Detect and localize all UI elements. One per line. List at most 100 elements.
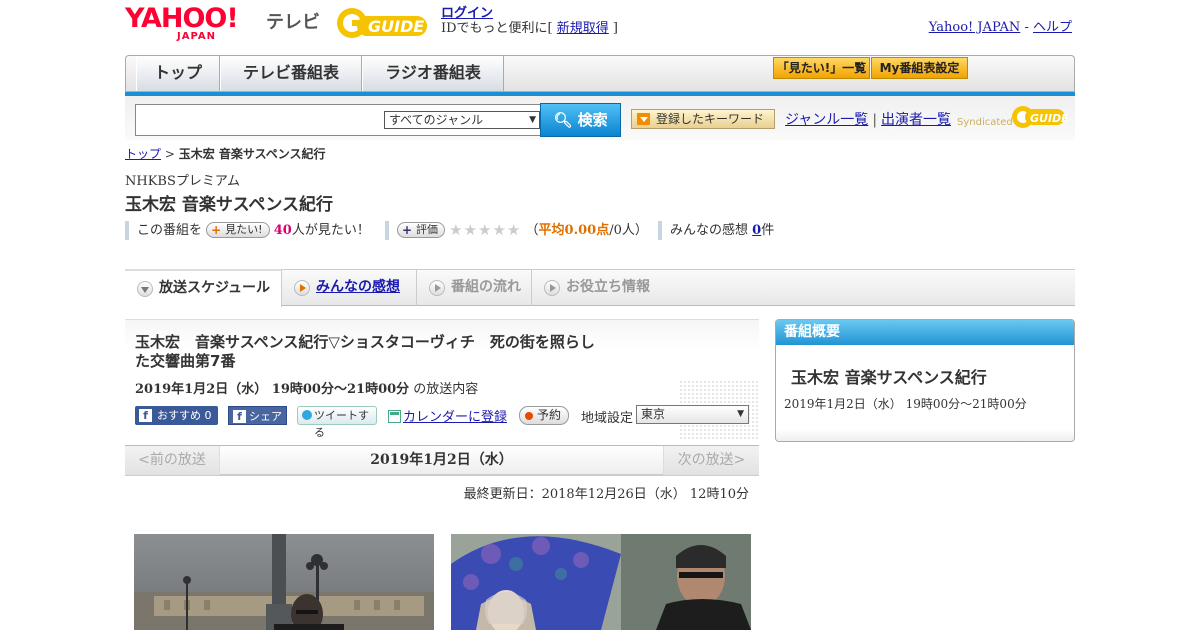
broadcast-box: 玉木宏 音楽サスペンス紀行▽ショスタコーヴィチ 死の街を照らした交響曲第7番 2… (125, 319, 759, 445)
previous-broadcast-button[interactable]: <前の放送 (125, 446, 220, 475)
svg-text:Syndicated: Syndicated (957, 117, 1013, 128)
program-summary-title: 玉木宏 音楽サスペンス紀行 (791, 368, 987, 387)
facebook-share-label: シェア (249, 410, 282, 423)
rate-button-label: 評価 (416, 223, 438, 236)
tab-program-flow-label: 番組の流れ (451, 279, 521, 295)
tab-tv-schedule[interactable]: テレビ番組表 (220, 56, 362, 91)
play-arrow-icon (429, 280, 445, 296)
tab-broadcast-schedule[interactable]: 放送スケジュール (125, 269, 282, 307)
breadcrumb: トップ > 玉木宏 音楽サスペンス紀行 (125, 145, 326, 162)
search-button-label: 検索 (577, 111, 608, 129)
program-summary-panel: 番組概要 玉木宏 音楽サスペンス紀行 2019年1月2日（水） 19時00分～2… (775, 319, 1075, 442)
tab-impressions-label[interactable]: みんなの感想 (316, 279, 400, 295)
facebook-recommend-button[interactable]: f おすすめ 0 (135, 406, 218, 425)
channel-name: NHKBSプレミアム (125, 174, 240, 189)
rate-button[interactable]: + 評価 (397, 222, 445, 238)
yahoo-logo[interactable]: YAHOO! JAPAN (125, 5, 239, 42)
reserve-button[interactable]: 予約 (519, 406, 569, 425)
login-sub-prefix: IDでもっと便利に[ (441, 21, 557, 36)
tweet-button[interactable]: ツイートする (297, 406, 377, 439)
facebook-icon: f (139, 409, 152, 422)
login-sub-suffix: ] (608, 21, 618, 36)
register-link[interactable]: 新規取得 (557, 21, 609, 36)
plus-icon: + (211, 223, 222, 237)
rating-average: （平均0.00点/0人） (526, 223, 648, 238)
svg-text:GUIDE: GUIDE (368, 17, 424, 36)
registered-keywords-button[interactable]: 登録したキーワード (631, 109, 775, 129)
search-links-separator: | (872, 112, 878, 128)
header: YAHOO! JAPAN テレビ GUIDE ログイン IDでもっと便利に[ 新… (125, 0, 1075, 50)
search-input[interactable]: すべてのジャンル ▼ (135, 104, 541, 136)
tab-program-flow[interactable]: 番組の流れ (417, 270, 532, 306)
broadcast-date-time: 2019年1月2日（水） 19時00分～21時00分 (135, 382, 410, 397)
chevron-down-icon: ▼ (529, 115, 536, 125)
region-label: 地域設定 (581, 411, 634, 426)
region-select[interactable]: 東京 ▼ (636, 405, 749, 424)
tab-useful-info-label: お役立ち情報 (566, 279, 650, 295)
rating-average-suffix: /0人） (609, 223, 648, 238)
chevron-down-icon (137, 281, 153, 297)
tab-useful-info[interactable]: お役立ち情報 (532, 270, 672, 306)
facebook-icon: f (233, 410, 246, 423)
panel-footer (776, 429, 1074, 441)
calendar-register[interactable]: カレンダーに登録 (388, 406, 507, 425)
want-section: この番組を + 見たい! 40人が見たい！ (125, 221, 370, 240)
broadcast-date: 2019年1月2日（水） 19時00分～21時00分 の放送内容 (135, 378, 478, 397)
genre-list-link[interactable]: ジャンル一覧 (785, 112, 868, 128)
next-broadcast-button[interactable]: 次の放送> (663, 446, 759, 475)
impressions-label: みんなの感想 (670, 223, 753, 238)
my-schedule-settings-button[interactable]: My番組表設定 (871, 57, 968, 79)
tab-radio-schedule[interactable]: ラジオ番組表 (362, 56, 504, 91)
page: YAHOO! JAPAN テレビ GUIDE ログイン IDでもっと便利に[ 新… (125, 0, 1075, 630)
page-title: 玉木宏 音楽サスペンス紀行 (125, 195, 334, 215)
impressions-section: みんなの感想 0件 (658, 221, 774, 240)
facebook-recommend-label: おすすめ 0 (157, 409, 212, 422)
breadcrumb-top-link[interactable]: トップ (125, 147, 161, 161)
tab-top[interactable]: トップ (136, 56, 220, 91)
broadcast-navigation: <前の放送 2019年1月2日（水） 次の放送> (125, 445, 759, 476)
impressions-count-link[interactable]: 0 (752, 223, 761, 238)
performer-list-link[interactable]: 出演者一覧 (881, 112, 951, 128)
tab-impressions[interactable]: みんなの感想 (282, 270, 417, 306)
star-rating-icon: ★★★★★ (449, 221, 522, 239)
search-button[interactable]: 🔍︎ 検索 (540, 103, 621, 137)
broadcast-title: 玉木宏 音楽サスペンス紀行▽ショスタコーヴィチ 死の街を照らした交響曲第7番 (135, 333, 595, 370)
region-select-value: 東京 (641, 407, 666, 421)
last-updated: 最終更新日：2018年12月26日（水） 12時10分 (463, 487, 749, 502)
facebook-share-button[interactable]: f シェア (228, 406, 287, 425)
calendar-register-link[interactable]: カレンダーに登録 (403, 410, 507, 425)
reserve-label: 予約 (537, 408, 562, 422)
want-count: 40 (273, 223, 292, 238)
search-links: ジャンル一覧 | 出演者一覧 (785, 109, 951, 129)
header-links: Yahoo! JAPAN - ヘルプ (929, 16, 1072, 35)
program-summary-date: 2019年1月2日（水） 19時00分～21時00分 (784, 397, 1027, 411)
rating-section: + 評価 ★★★★★ （平均0.00点/0人） (385, 221, 648, 240)
help-link[interactable]: ヘルプ (1033, 20, 1072, 35)
broadcast-nav-date: 2019年1月2日（水） (370, 452, 513, 468)
login-link[interactable]: ログイン (441, 6, 493, 21)
want-button[interactable]: + 見たい! (206, 222, 270, 238)
impressions-unit: 件 (761, 223, 775, 238)
twitter-bird-icon (302, 410, 312, 420)
breadcrumb-current: 玉木宏 音楽サスペンス紀行 (178, 147, 326, 161)
program-photo-1[interactable] (134, 534, 434, 630)
login-box: ログイン IDでもっと便利に[ 新規取得 ] (441, 6, 618, 36)
tab-broadcast-schedule-label: 放送スケジュール (159, 280, 271, 296)
program-photo-2[interactable] (451, 534, 751, 630)
header-links-separator: - (1020, 20, 1033, 35)
want-suffix: 人が見たい！ (291, 223, 370, 238)
gguide-logo[interactable]: GUIDE (335, 6, 433, 40)
yahoo-japan-link[interactable]: Yahoo! JAPAN (929, 20, 1021, 35)
chevron-down-icon: ▼ (737, 409, 744, 419)
main-nav: トップ テレビ番組表 ラジオ番組表 「見たい!」一覧 My番組表設定 (125, 55, 1075, 91)
play-arrow-icon (294, 280, 310, 296)
breadcrumb-separator: > (161, 147, 179, 161)
program-summary-header: 番組概要 (776, 320, 1074, 345)
rating-average-open: （ (525, 223, 539, 238)
want-prefix: この番組を (137, 223, 203, 238)
tv-logo-text[interactable]: テレビ (266, 8, 320, 34)
play-arrow-icon (544, 280, 560, 296)
genre-select[interactable]: すべてのジャンル ▼ (384, 111, 540, 129)
want-list-button[interactable]: 「見たい!」一覧 (773, 57, 870, 79)
broadcast-date-suffix: の放送内容 (409, 382, 479, 397)
